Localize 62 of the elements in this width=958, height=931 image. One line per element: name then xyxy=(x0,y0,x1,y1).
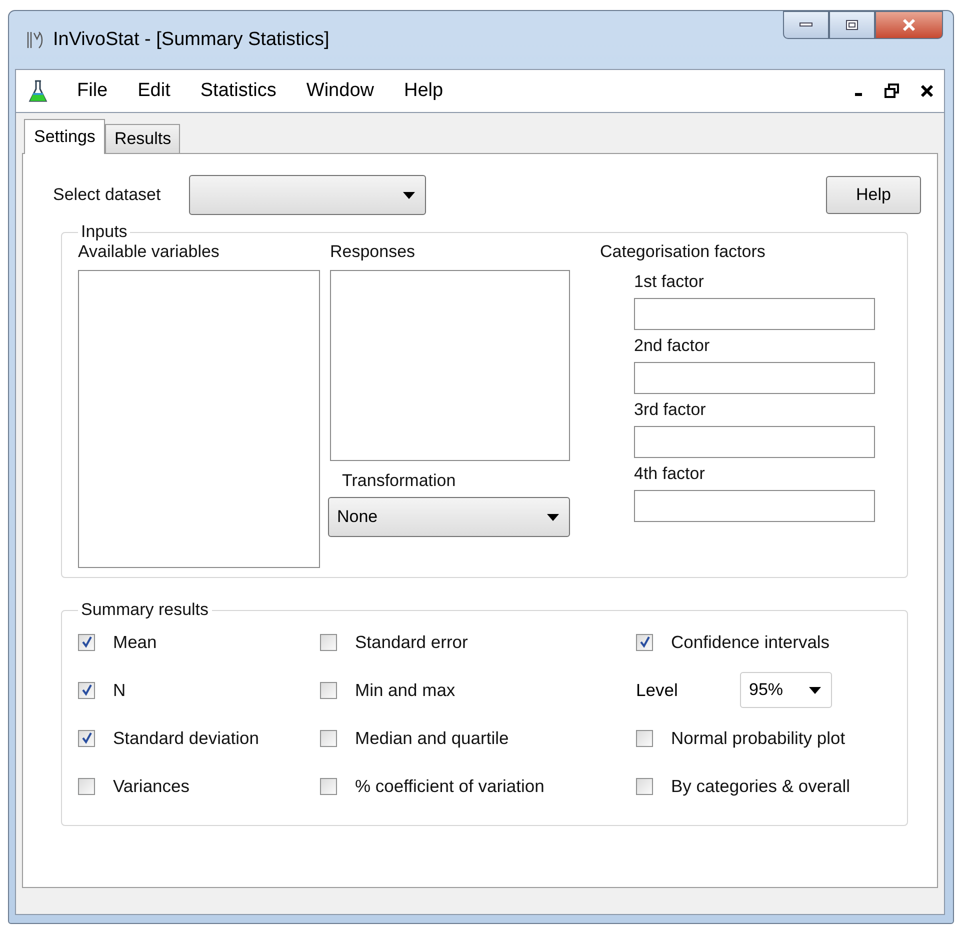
group-title: Summary results xyxy=(80,600,210,620)
factor-input-field[interactable] xyxy=(634,426,875,458)
checkbox[interactable] xyxy=(78,682,95,698)
checkbox[interactable] xyxy=(636,634,653,650)
menu-item[interactable]: Help xyxy=(388,80,458,102)
checkbox-label: % coefficient of variation xyxy=(355,776,544,796)
close-icon[interactable] xyxy=(920,84,934,98)
close-icon xyxy=(901,18,917,32)
help-button[interactable]: Help xyxy=(826,176,921,214)
checkbox[interactable] xyxy=(320,634,337,650)
group-title: Inputs xyxy=(80,222,128,242)
field-label: 2nd factor xyxy=(634,336,711,356)
dataset-dropdown[interactable] xyxy=(188,175,426,215)
factor-input-field[interactable] xyxy=(634,298,875,330)
tab[interactable]: Settings xyxy=(24,119,106,154)
minimize-icon xyxy=(799,22,813,28)
field-label: 1st factor xyxy=(634,272,705,292)
checkbox-label: Variances xyxy=(113,776,190,796)
checkbox-label: Median and quartile xyxy=(355,728,509,748)
minimize-button[interactable] xyxy=(783,11,829,39)
field-label: 4th factor xyxy=(634,464,706,484)
section-label: Categorisation factors xyxy=(600,242,766,262)
checkbox-label: Standard error xyxy=(355,632,468,652)
checkbox-label: N xyxy=(113,680,126,700)
checkbox-label: Min and max xyxy=(355,680,456,700)
field-label: Level xyxy=(636,680,679,700)
checkbox[interactable] xyxy=(636,778,653,794)
field-label: 3rd factor xyxy=(634,400,707,420)
maximize-icon xyxy=(845,19,859,31)
menu-item[interactable]: Statistics xyxy=(185,80,292,102)
factor-input-field[interactable] xyxy=(634,490,875,522)
transformation-dropdown[interactable]: None xyxy=(328,497,570,537)
window-title: InVivoStat - [Summary Statistics] xyxy=(53,29,330,51)
checkbox-label: Normal probability plot xyxy=(671,728,846,748)
checkbox[interactable] xyxy=(320,778,337,794)
checkbox[interactable] xyxy=(78,730,95,746)
checkbox[interactable] xyxy=(320,730,337,746)
menu-item[interactable]: File xyxy=(62,80,123,102)
checkbox[interactable] xyxy=(320,682,337,698)
checkbox[interactable] xyxy=(78,778,95,794)
list-label: Available variables xyxy=(78,242,220,262)
checkbox[interactable] xyxy=(78,634,95,650)
factor-input-field[interactable] xyxy=(634,362,875,394)
checkbox-label: By categories & overall xyxy=(671,776,850,796)
caret-icon xyxy=(402,192,415,198)
level-dropdown[interactable]: 95% xyxy=(740,672,832,708)
tab[interactable]: Results xyxy=(105,124,180,153)
close-button[interactable] xyxy=(875,11,943,39)
menu-item[interactable]: Edit xyxy=(122,80,186,102)
checkbox-label: Standard deviation xyxy=(113,728,259,748)
restore-icon[interactable] xyxy=(884,83,900,99)
menu-item[interactable]: Window xyxy=(291,80,389,102)
caret-icon xyxy=(547,514,559,520)
field-label: Transformation xyxy=(342,471,457,491)
checkbox-label: Confidence intervals xyxy=(671,632,830,652)
flask-icon xyxy=(28,78,48,104)
field-label: Select dataset xyxy=(53,185,161,205)
checkbox[interactable] xyxy=(636,730,653,746)
list-label: Responses xyxy=(330,242,416,262)
checkbox-label: Mean xyxy=(113,632,157,652)
caret-icon xyxy=(809,686,821,694)
maximize-button[interactable] xyxy=(829,11,875,39)
